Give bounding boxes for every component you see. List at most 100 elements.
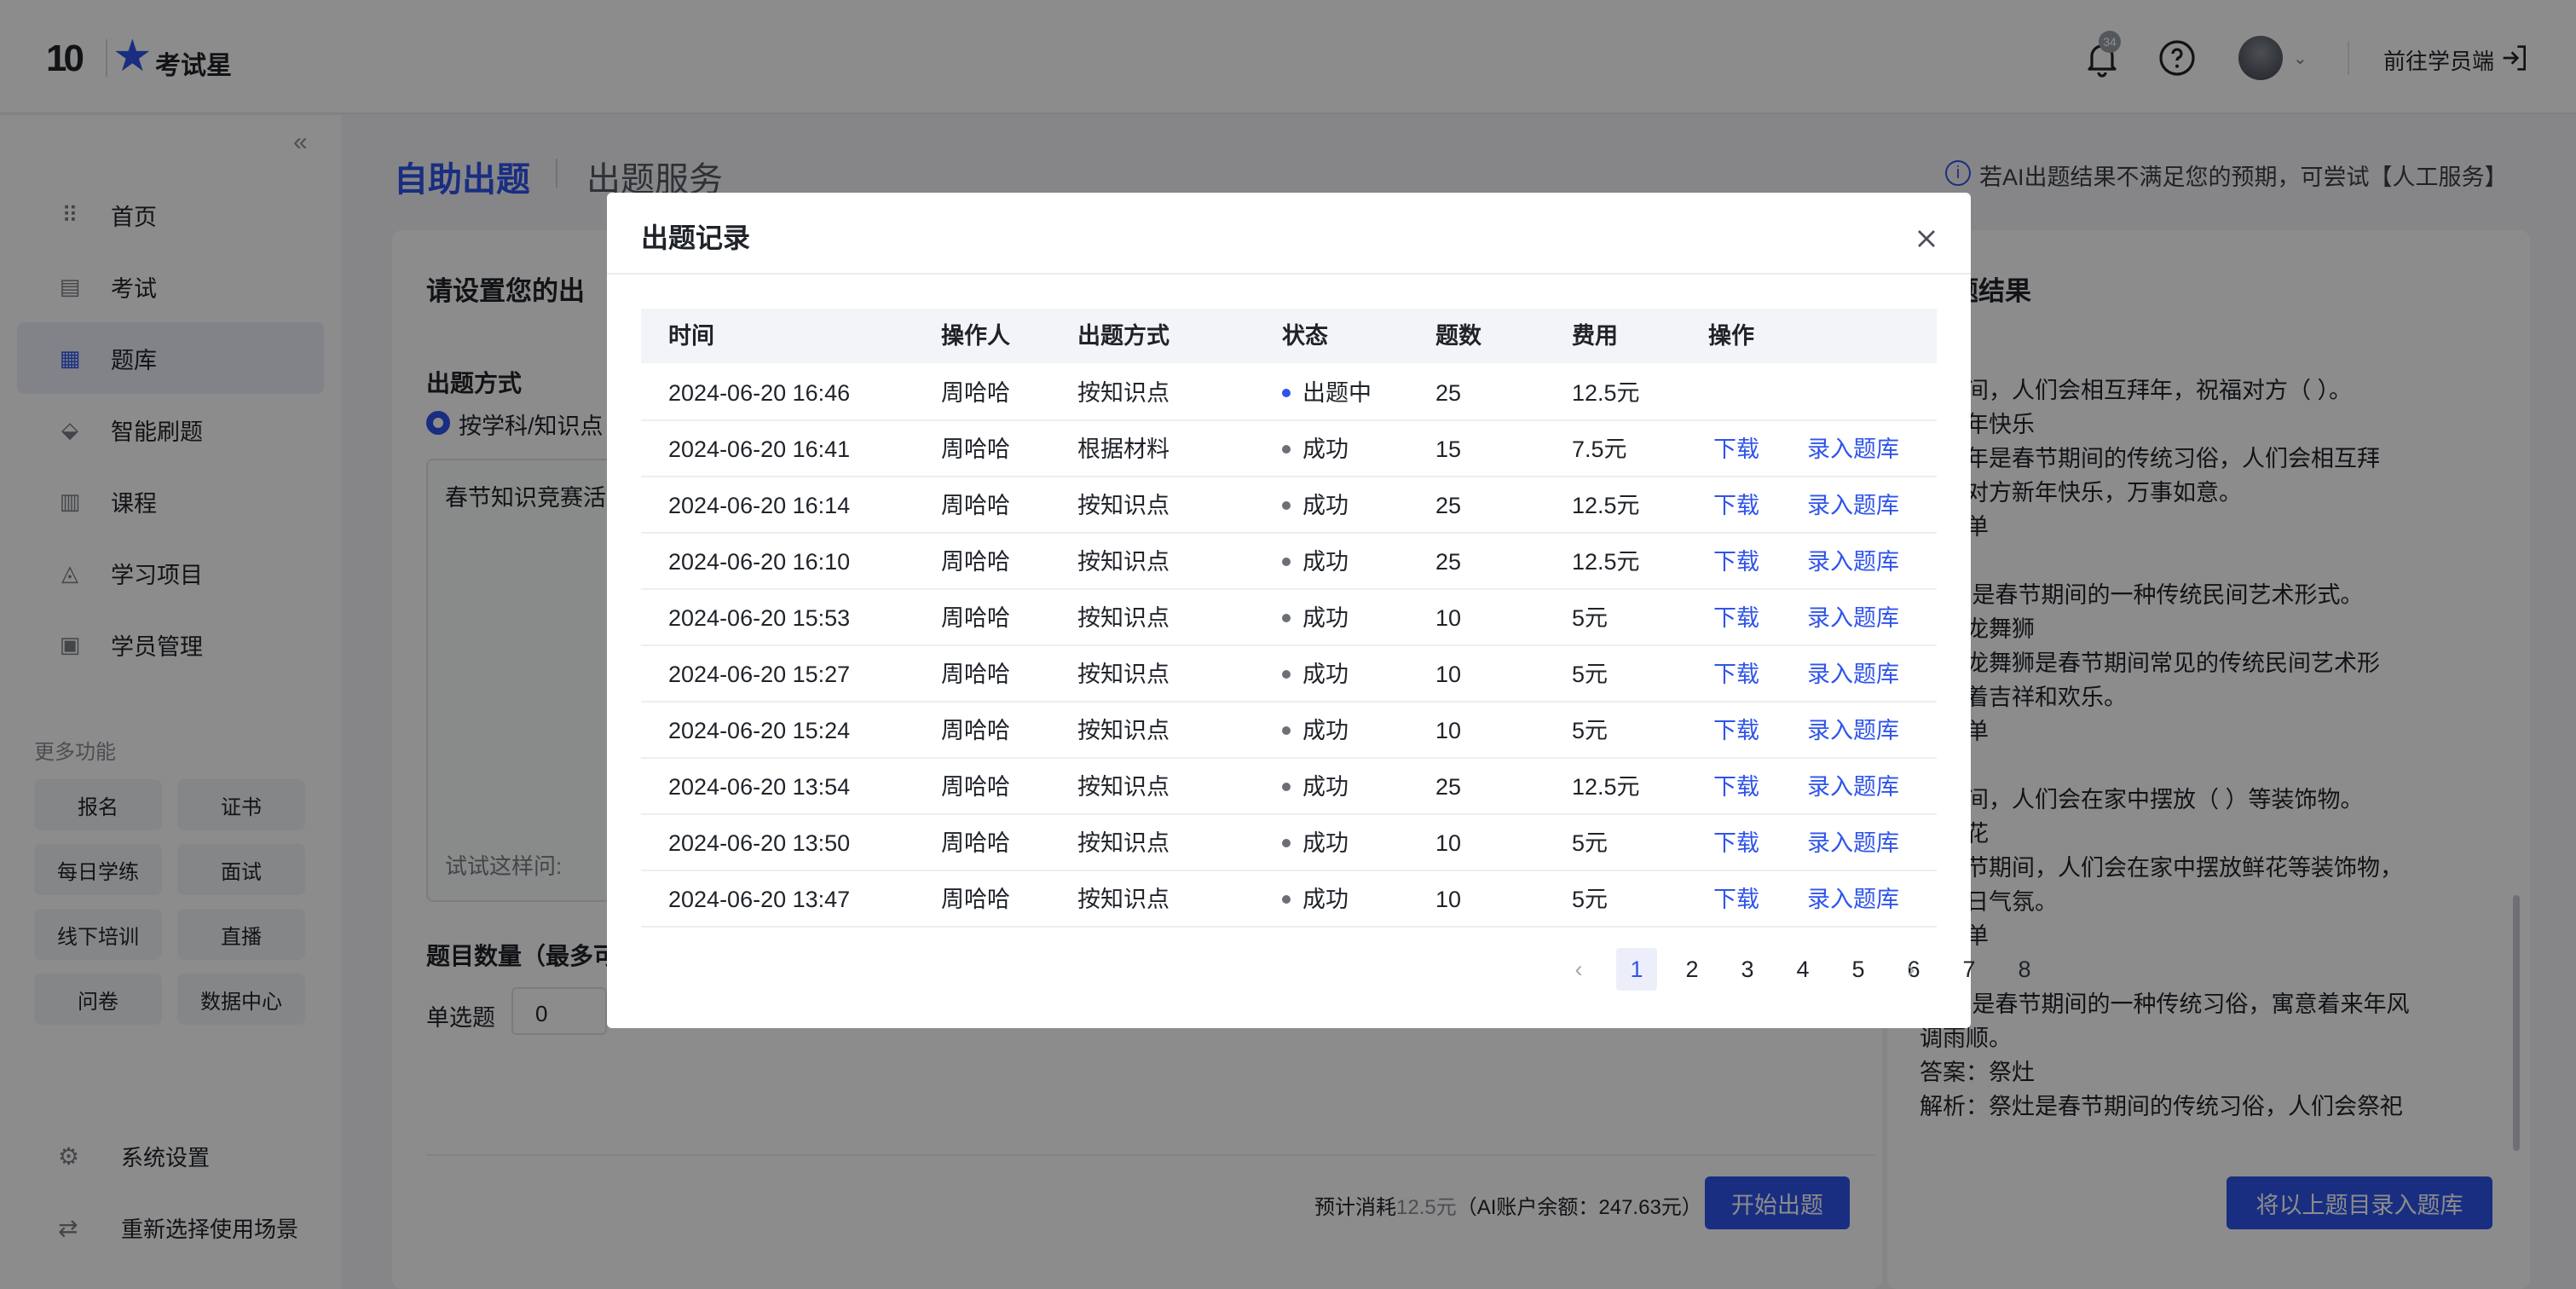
cell-method: 按知识点 <box>1077 830 1170 856</box>
cell-status: 成功 <box>1282 702 1349 759</box>
cell-time: 2024-06-20 13:50 <box>668 830 851 856</box>
cell-count: 25 <box>1435 549 1462 575</box>
status-dot <box>1282 444 1291 454</box>
status-text: 成功 <box>1302 662 1349 687</box>
column-header-method: 出题方式 <box>1077 323 1170 349</box>
import-to-bank-link[interactable]: 录入题库 <box>1807 815 1899 871</box>
status-dot <box>1282 388 1291 397</box>
cell-count: 10 <box>1435 718 1462 743</box>
status-text: 成功 <box>1302 718 1349 743</box>
cell-time: 2024-06-20 15:27 <box>668 662 851 687</box>
cell-status: 成功 <box>1282 421 1349 477</box>
status-dot <box>1282 782 1291 791</box>
status-dot <box>1282 838 1291 847</box>
status-text: 成功 <box>1302 549 1349 575</box>
cell-status: 成功 <box>1282 534 1349 590</box>
next-page-icon[interactable]: › <box>1891 948 1932 991</box>
status-text: 出题中 <box>1302 380 1372 406</box>
page-number-2[interactable]: 2 <box>1672 948 1713 991</box>
table-row: 2024-06-20 13:47 周哈哈 按知识点 10 5元 成功 下载 录入题库 <box>641 871 1937 928</box>
cell-operator: 周哈哈 <box>941 887 1010 912</box>
status-text: 成功 <box>1302 774 1349 800</box>
table-row: 2024-06-20 15:53 周哈哈 按知识点 10 5元 成功 下载 录入题库 <box>641 590 1937 646</box>
table-header: 时间 操作人 出题方式 状态 题数 费用 操作 <box>641 309 1937 363</box>
page-number-3[interactable]: 3 <box>1727 948 1768 991</box>
column-header-count: 题数 <box>1435 323 1481 349</box>
page-number-1[interactable]: 1 <box>1616 948 1657 991</box>
table-row: 2024-06-20 16:46 周哈哈 按知识点 25 12.5元 出题中 <box>641 365 1937 421</box>
cell-method: 按知识点 <box>1077 718 1170 743</box>
cell-status: 成功 <box>1282 590 1349 646</box>
import-to-bank-link[interactable]: 录入题库 <box>1807 590 1899 646</box>
download-link[interactable]: 下载 <box>1713 702 1759 759</box>
cell-operator: 周哈哈 <box>941 662 1010 687</box>
cell-fee: 7.5元 <box>1572 436 1627 462</box>
import-to-bank-link[interactable]: 录入题库 <box>1807 534 1899 590</box>
cell-count: 10 <box>1435 662 1462 687</box>
cell-method: 按知识点 <box>1077 493 1170 518</box>
download-link[interactable]: 下载 <box>1713 815 1759 871</box>
cell-fee: 12.5元 <box>1572 380 1640 406</box>
cell-operator: 周哈哈 <box>941 774 1010 800</box>
cell-time: 2024-06-20 13:54 <box>668 774 851 800</box>
cell-method: 按知识点 <box>1077 549 1170 575</box>
cell-operator: 周哈哈 <box>941 380 1010 406</box>
status-text: 成功 <box>1302 436 1349 462</box>
column-header-operator: 操作人 <box>941 323 1010 349</box>
cell-status: 成功 <box>1282 759 1349 815</box>
page-number-4[interactable]: 4 <box>1782 948 1823 991</box>
page-number-7[interactable]: 7 <box>1949 948 1990 991</box>
import-to-bank-link[interactable]: 录入题库 <box>1807 477 1899 534</box>
import-to-bank-link[interactable]: 录入题库 <box>1807 871 1899 928</box>
cell-status: 成功 <box>1282 815 1349 871</box>
import-to-bank-link[interactable]: 录入题库 <box>1807 759 1899 815</box>
table-row: 2024-06-20 16:41 周哈哈 根据材料 15 7.5元 成功 下载 录入题库 <box>641 421 1937 477</box>
close-icon[interactable] <box>1911 223 1942 254</box>
cell-count: 10 <box>1435 830 1462 856</box>
prev-page-icon[interactable]: ‹ <box>1558 948 1599 991</box>
download-link[interactable]: 下载 <box>1713 871 1759 928</box>
download-link[interactable]: 下载 <box>1713 590 1759 646</box>
cell-fee: 12.5元 <box>1572 549 1640 575</box>
modal-divider <box>607 273 1971 275</box>
status-dot <box>1282 557 1291 566</box>
page-number-8[interactable]: 8 <box>2004 948 2045 991</box>
table-row: 2024-06-20 16:14 周哈哈 按知识点 25 12.5元 成功 下载 录入题库 <box>641 477 1937 534</box>
cell-fee: 5元 <box>1572 662 1609 687</box>
pagination: ‹ 12345678 › <box>607 948 2031 991</box>
status-dot <box>1282 725 1291 735</box>
table-row: 2024-06-20 16:10 周哈哈 按知识点 25 12.5元 成功 下载 录入题库 <box>641 534 1937 590</box>
cell-method: 按知识点 <box>1077 662 1170 687</box>
download-link[interactable]: 下载 <box>1713 646 1759 702</box>
import-to-bank-link[interactable]: 录入题库 <box>1807 421 1899 477</box>
cell-fee: 12.5元 <box>1572 774 1640 800</box>
modal-title: 出题记录 <box>641 223 751 253</box>
status-dot <box>1282 613 1291 622</box>
table-row: 2024-06-20 15:24 周哈哈 按知识点 10 5元 成功 下载 录入题库 <box>641 702 1937 759</box>
import-to-bank-link[interactable]: 录入题库 <box>1807 702 1899 759</box>
cell-time: 2024-06-20 15:24 <box>668 718 851 743</box>
cell-operator: 周哈哈 <box>941 718 1010 743</box>
cell-count: 25 <box>1435 774 1462 800</box>
page-number-5[interactable]: 5 <box>1838 948 1879 991</box>
status-dot <box>1282 500 1291 510</box>
cell-time: 2024-06-20 16:10 <box>668 549 851 575</box>
import-to-bank-link[interactable]: 录入题库 <box>1807 646 1899 702</box>
download-link[interactable]: 下载 <box>1713 421 1759 477</box>
download-link[interactable]: 下载 <box>1713 534 1759 590</box>
cell-time: 2024-06-20 13:47 <box>668 887 851 912</box>
cell-fee: 5元 <box>1572 718 1609 743</box>
cell-status: 成功 <box>1282 477 1349 534</box>
column-header-time: 时间 <box>668 323 714 349</box>
record-modal: 出题记录 时间 操作人 出题方式 状态 题数 费用 操作 2024-06-20 … <box>607 193 2031 1028</box>
download-link[interactable]: 下载 <box>1713 759 1759 815</box>
cell-fee: 5元 <box>1572 605 1609 631</box>
cell-count: 25 <box>1435 380 1462 406</box>
column-header-actions: 操作 <box>1708 323 1754 349</box>
cell-time: 2024-06-20 16:41 <box>668 436 851 462</box>
cell-time: 2024-06-20 15:53 <box>668 605 851 631</box>
status-text: 成功 <box>1302 493 1349 518</box>
cell-operator: 周哈哈 <box>941 436 1010 462</box>
download-link[interactable]: 下载 <box>1713 477 1759 534</box>
cell-time: 2024-06-20 16:46 <box>668 380 851 406</box>
